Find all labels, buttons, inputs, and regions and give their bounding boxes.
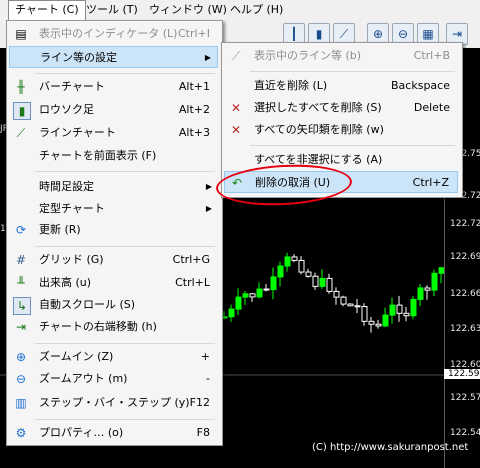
candle-body xyxy=(354,305,361,308)
candle-body xyxy=(333,290,340,298)
menu-item-chart-shift[interactable]: ⇥ チャートの右端移動 (h) xyxy=(9,316,218,338)
menu-item-volume[interactable]: ╨ 出来高 (u) Ctrl+L xyxy=(9,272,218,294)
candle-body xyxy=(326,277,333,292)
menu-item-indicator-list[interactable]: ▤ 表示中のインディケータ (L) Ctrl+I xyxy=(9,23,218,45)
refresh-icon: ⟳ xyxy=(15,223,27,237)
candle-body xyxy=(347,303,354,307)
candle-body xyxy=(319,277,326,287)
menu-separator xyxy=(35,73,215,74)
menu-separator xyxy=(35,419,215,420)
candle-body xyxy=(417,287,424,300)
candle-body xyxy=(277,265,284,278)
grid-icon: # xyxy=(15,253,27,267)
zoom-out-icon: ⊖ xyxy=(397,27,409,41)
menu-item-timeframes[interactable]: 時間足設定 ▶ xyxy=(9,176,218,198)
candlestick-icon: ▮ xyxy=(315,27,323,41)
candle-body xyxy=(361,306,368,322)
menu-tools[interactable]: ツール (T) xyxy=(80,0,144,19)
candle-body xyxy=(382,314,389,327)
delete-arrows-icon: ✕ xyxy=(230,123,242,137)
menu-separator xyxy=(35,171,215,172)
submenu-item-delete-arrows[interactable]: ✕ すべての矢印類を削除 (w) xyxy=(224,119,458,141)
candle-body xyxy=(403,312,410,317)
submenu-item-object-list[interactable]: ⟋ 表示中のライン等 (b) Ctrl+B xyxy=(224,45,458,67)
candle-body xyxy=(242,293,249,298)
candle-body xyxy=(396,304,403,314)
menu-item-line-chart[interactable]: ⟋ ラインチャート Alt+3 xyxy=(9,122,218,144)
copyright-text: (C) http://www.sakuranpost.net xyxy=(312,442,469,453)
menu-window[interactable]: ウィンドウ (W) xyxy=(143,0,233,19)
price-label: 122.545 xyxy=(450,428,480,438)
auto-scroll-icon: ↳ xyxy=(13,297,31,315)
menu-item-auto-scroll[interactable]: ↳ 自動スクロール (S) xyxy=(9,294,218,316)
current-price-label: 122.596 xyxy=(444,369,480,379)
price-label: 122.695 xyxy=(450,252,480,262)
auto-scroll-icon: ⇥ xyxy=(451,27,463,41)
candle-body xyxy=(270,276,277,291)
delete-selected-icon: ✕ xyxy=(230,101,242,115)
candle-body xyxy=(284,256,291,267)
menu-item-grid[interactable]: # グリッド (G) Ctrl+G xyxy=(9,249,218,271)
menu-item-line-settings[interactable]: ライン等の設定 ▶ xyxy=(9,46,218,68)
candle-body xyxy=(256,288,263,298)
menu-bar: チャート (C) ツール (T) ウィンドウ (W) ヘルプ (H) xyxy=(0,0,480,21)
candle-body xyxy=(312,275,319,287)
line-chart-icon: ⟋ xyxy=(16,126,26,140)
menu-item-templates[interactable]: 定型チャート ▶ xyxy=(9,198,218,220)
volume-icon: ╨ xyxy=(17,276,25,290)
candle-body xyxy=(228,308,235,318)
menu-separator xyxy=(250,145,455,146)
indicator-list-icon: ▤ xyxy=(15,27,27,41)
candle-body xyxy=(263,288,270,291)
candle-body xyxy=(431,272,438,291)
tile-windows-icon: ▦ xyxy=(422,27,434,41)
candle-body xyxy=(249,293,256,298)
menu-item-zoom-out[interactable]: ⊖ ズームアウト (m) - xyxy=(9,368,218,390)
chart-shift-icon: ⇥ xyxy=(15,320,27,334)
candle-body xyxy=(305,271,312,277)
menu-separator xyxy=(250,71,455,72)
step-icon: ▥ xyxy=(15,396,27,410)
menu-separator xyxy=(35,343,215,344)
candle-body xyxy=(298,259,305,273)
zoom-out-icon: ⊖ xyxy=(15,372,27,386)
menu-separator xyxy=(35,246,215,247)
price-label: 122.725 xyxy=(450,219,480,229)
submenu-arrow-icon: ▶ xyxy=(204,53,211,62)
menu-item-zoom-in[interactable]: ⊕ ズームイン (Z) + xyxy=(9,346,218,368)
candle-body xyxy=(410,298,417,317)
menu-chart[interactable]: チャート (C) xyxy=(8,0,86,20)
price-label: 122.665 xyxy=(450,289,480,299)
submenu-arrow-icon: ▶ xyxy=(205,204,212,213)
zoom-in-icon: ⊕ xyxy=(15,350,27,364)
submenu-item-delete-selected[interactable]: ✕ 選択したすべてを削除 (S) Delete xyxy=(224,97,458,119)
submenu-item-delete-last[interactable]: 直近を削除 (L) Backspace xyxy=(224,75,458,97)
candle-body xyxy=(340,296,347,305)
bar-chart-icon: ┃ xyxy=(290,27,298,41)
object-list-icon: ⟋ xyxy=(231,49,241,63)
zoom-in-icon: ⊕ xyxy=(372,27,384,41)
menu-item-refresh[interactable]: ⟳ 更新 (R) xyxy=(9,219,218,241)
properties-icon: ⚙ xyxy=(15,426,27,440)
chart-menu: ▤ 表示中のインディケータ (L) Ctrl+I ライン等の設定 ▶ ╫ バーチ… xyxy=(6,20,223,446)
candle-body xyxy=(291,256,298,261)
candle-body xyxy=(368,320,375,325)
menu-item-candlestick[interactable]: ▮ ロウソク足 Alt+2 xyxy=(9,99,218,121)
candle-body xyxy=(375,323,382,327)
price-label: 122.635 xyxy=(450,324,480,334)
submenu-arrow-icon: ▶ xyxy=(205,182,212,191)
bar-chart-icon: ╫ xyxy=(17,80,25,94)
menu-item-step-by-step[interactable]: ▥ ステップ・バイ・ステップ (y) F12 xyxy=(9,392,218,414)
candle-body xyxy=(424,287,431,291)
menu-help[interactable]: ヘルプ (H) xyxy=(224,0,289,19)
candle-body xyxy=(235,296,242,310)
menu-item-properties[interactable]: ⚙ プロパティ… (o) F8 xyxy=(9,422,218,444)
line-chart-icon: ⟋ xyxy=(339,27,349,41)
candle-body xyxy=(389,304,396,316)
menu-item-bar-chart[interactable]: ╫ バーチャート Alt+1 xyxy=(9,76,218,98)
price-label: 122.575 xyxy=(450,393,480,403)
menu-item-foreground[interactable]: チャートを前面表示 (F) xyxy=(9,145,218,167)
candlestick-icon: ▮ xyxy=(13,102,31,120)
